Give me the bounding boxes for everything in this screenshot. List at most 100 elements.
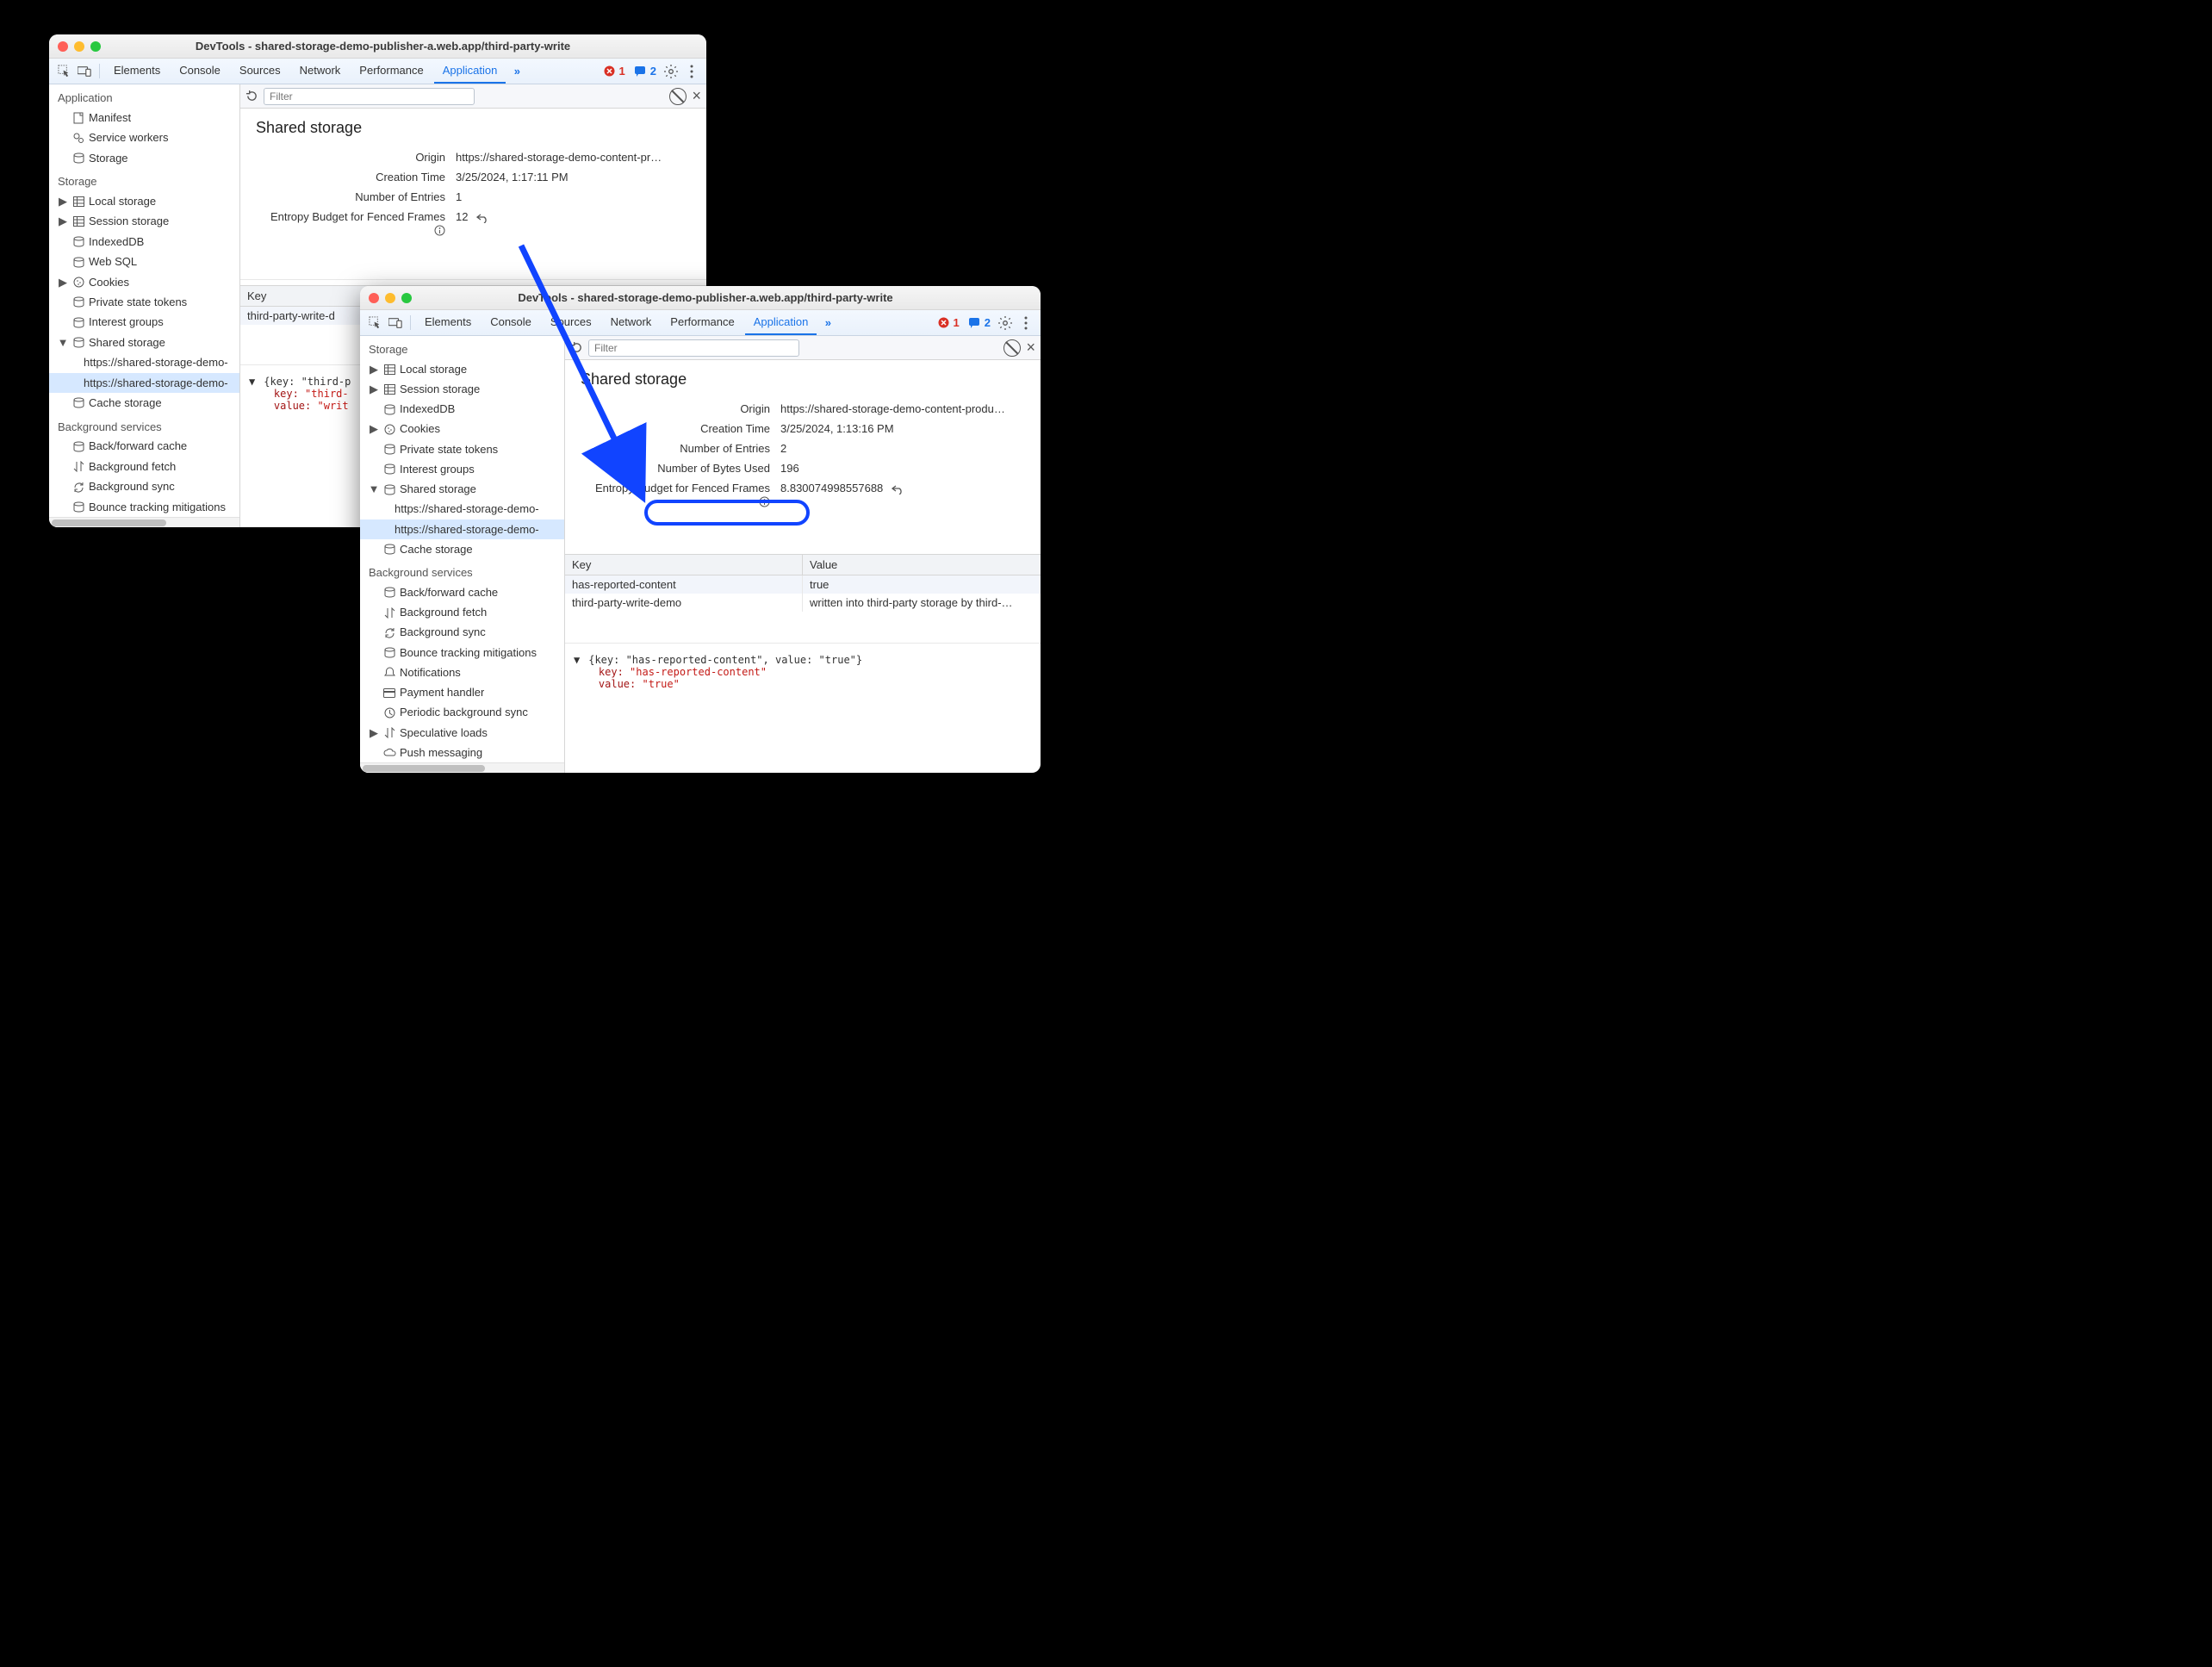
expand-icon[interactable]: ▶ bbox=[58, 213, 68, 230]
sidebar-item-storage[interactable]: Storage bbox=[49, 148, 239, 168]
undo-icon[interactable] bbox=[476, 212, 489, 223]
filter-input[interactable] bbox=[588, 339, 799, 357]
sidebar-item-background-sync[interactable]: Background sync bbox=[360, 623, 564, 643]
database-icon bbox=[71, 257, 85, 268]
messages-badge[interactable]: 2 bbox=[965, 310, 994, 335]
tab-network[interactable]: Network bbox=[291, 59, 350, 84]
info-icon[interactable] bbox=[434, 225, 445, 236]
sidebar-item-interest-groups[interactable]: Interest groups bbox=[360, 459, 564, 479]
expand-icon[interactable]: ▶ bbox=[58, 274, 68, 291]
table-row[interactable]: third-party-write-demo written into thir… bbox=[565, 594, 1041, 612]
sidebar-item-private-state-tokens[interactable]: Private state tokens bbox=[360, 439, 564, 459]
cloud-icon bbox=[382, 748, 396, 757]
close-icon[interactable]: × bbox=[1026, 339, 1035, 357]
expand-icon[interactable]: ▶ bbox=[58, 193, 68, 210]
sidebar-scrollbar[interactable] bbox=[49, 517, 239, 527]
sidebar-item-manifest[interactable]: Manifest bbox=[49, 108, 239, 128]
row-creation-time: Creation Time 3/25/2024, 1:17:11 PM bbox=[240, 167, 706, 187]
sidebar-item-interest-groups[interactable]: Interest groups bbox=[49, 313, 239, 333]
sidebar-item-cache-storage[interactable]: Cache storage bbox=[49, 393, 239, 413]
info-icon[interactable] bbox=[759, 496, 770, 507]
sidebar-item-shared-origin-b[interactable]: https://shared-storage-demo- bbox=[49, 373, 239, 393]
tab-console[interactable]: Console bbox=[171, 59, 229, 84]
sidebar-item-indexeddb[interactable]: IndexedDB bbox=[360, 399, 564, 419]
sidebar-item-shared-origin-b[interactable]: https://shared-storage-demo- bbox=[360, 519, 564, 539]
tab-elements[interactable]: Elements bbox=[416, 310, 480, 335]
undo-icon[interactable] bbox=[892, 483, 904, 495]
sidebar-item-shared-storage[interactable]: ▼Shared storage bbox=[360, 479, 564, 499]
collapse-icon[interactable]: ▼ bbox=[249, 376, 258, 388]
refresh-icon[interactable] bbox=[245, 90, 258, 103]
table-row[interactable]: has-reported-content true bbox=[565, 575, 1041, 594]
expand-icon[interactable]: ▶ bbox=[369, 725, 379, 742]
tab-sources[interactable]: Sources bbox=[231, 59, 289, 84]
sidebar-item-cache-storage[interactable]: Cache storage bbox=[360, 539, 564, 559]
sidebar-item-local-storage[interactable]: ▶ Local storage bbox=[49, 191, 239, 211]
sidebar-item-payment-handler[interactable]: Payment handler bbox=[360, 683, 564, 703]
sidebar-item-service-workers[interactable]: Service workers bbox=[49, 128, 239, 147]
tab-console[interactable]: Console bbox=[482, 310, 540, 335]
tab-performance[interactable]: Performance bbox=[351, 59, 432, 84]
sidebar-item-background-sync[interactable]: Background sync bbox=[49, 477, 239, 497]
sidebar-item-private-state-tokens[interactable]: Private state tokens bbox=[49, 292, 239, 312]
device-toggle-icon[interactable] bbox=[386, 310, 405, 335]
sidebar-item-local-storage[interactable]: ▶Local storage bbox=[360, 359, 564, 379]
sidebar-item-btm[interactable]: Bounce tracking mitigations bbox=[49, 497, 239, 517]
kebab-menu-icon[interactable] bbox=[1016, 310, 1035, 335]
kebab-menu-icon[interactable] bbox=[682, 59, 701, 84]
inspect-icon[interactable] bbox=[365, 310, 384, 335]
messages-badge[interactable]: 2 bbox=[631, 59, 660, 84]
window-close-icon[interactable] bbox=[369, 293, 379, 303]
sidebar-item-cookies[interactable]: ▶ Cookies bbox=[49, 272, 239, 292]
collapse-icon[interactable]: ▼ bbox=[58, 334, 68, 351]
tab-network[interactable]: Network bbox=[602, 310, 661, 335]
collapse-icon[interactable]: ▼ bbox=[574, 654, 582, 666]
sidebar-item-push-messaging[interactable]: Push messaging bbox=[360, 743, 564, 762]
close-icon[interactable]: × bbox=[692, 87, 701, 105]
expand-icon[interactable]: ▶ bbox=[369, 420, 379, 438]
sidebar-item-notifications[interactable]: Notifications bbox=[360, 662, 564, 682]
sync-icon bbox=[71, 482, 85, 493]
sidebar-item-indexeddb[interactable]: IndexedDB bbox=[49, 232, 239, 252]
sidebar-scrollbar[interactable] bbox=[360, 762, 564, 773]
sidebar-item-btm[interactable]: Bounce tracking mitigations bbox=[360, 643, 564, 662]
sidebar-item-shared-origin-a[interactable]: https://shared-storage-demo- bbox=[360, 500, 564, 519]
refresh-icon[interactable] bbox=[570, 341, 583, 354]
clear-icon[interactable] bbox=[1003, 339, 1021, 357]
tab-application[interactable]: Application bbox=[745, 310, 817, 335]
sidebar-item-shared-origin-a[interactable]: https://shared-storage-demo- bbox=[49, 352, 239, 372]
sidebar-item-session-storage[interactable]: ▶ Session storage bbox=[49, 212, 239, 232]
sidebar-item-periodic-sync[interactable]: Periodic background sync bbox=[360, 703, 564, 723]
sidebar-item-background-fetch[interactable]: Background fetch bbox=[49, 457, 239, 476]
section-background: Background services bbox=[360, 559, 564, 582]
expand-icon[interactable]: ▶ bbox=[369, 381, 379, 398]
window-close-icon[interactable] bbox=[58, 41, 68, 52]
settings-icon[interactable] bbox=[662, 59, 680, 84]
sidebar-item-speculative-loads[interactable]: ▶Speculative loads bbox=[360, 723, 564, 743]
tab-elements[interactable]: Elements bbox=[105, 59, 169, 84]
sidebar-item-shared-storage[interactable]: ▼ Shared storage bbox=[49, 333, 239, 352]
tab-sources[interactable]: Sources bbox=[542, 310, 600, 335]
clear-icon[interactable] bbox=[669, 88, 687, 105]
sidebar-item-cookies[interactable]: ▶Cookies bbox=[360, 420, 564, 439]
sidebar-item-bfc[interactable]: Back/forward cache bbox=[49, 437, 239, 457]
tab-performance[interactable]: Performance bbox=[662, 310, 743, 335]
errors-badge[interactable]: 1 bbox=[935, 310, 963, 335]
errors-badge[interactable]: 1 bbox=[600, 59, 629, 84]
settings-icon[interactable] bbox=[996, 310, 1015, 335]
collapse-icon[interactable]: ▼ bbox=[369, 481, 379, 498]
column-value[interactable]: Value bbox=[803, 555, 1041, 575]
inspect-icon[interactable] bbox=[54, 59, 73, 84]
sidebar-item-session-storage[interactable]: ▶Session storage bbox=[360, 379, 564, 399]
device-toggle-icon[interactable] bbox=[75, 59, 94, 84]
sidebar-item-websql[interactable]: Web SQL bbox=[49, 252, 239, 271]
sidebar-item-bfc[interactable]: Back/forward cache bbox=[360, 582, 564, 602]
more-tabs-icon[interactable]: » bbox=[818, 310, 837, 335]
more-tabs-icon[interactable]: » bbox=[507, 59, 526, 84]
filter-input[interactable] bbox=[264, 88, 475, 105]
sidebar-item-background-fetch[interactable]: Background fetch bbox=[360, 603, 564, 623]
expand-icon[interactable]: ▶ bbox=[369, 361, 379, 378]
tab-application[interactable]: Application bbox=[434, 59, 506, 84]
column-key[interactable]: Key bbox=[565, 555, 803, 575]
database-icon bbox=[71, 236, 85, 247]
